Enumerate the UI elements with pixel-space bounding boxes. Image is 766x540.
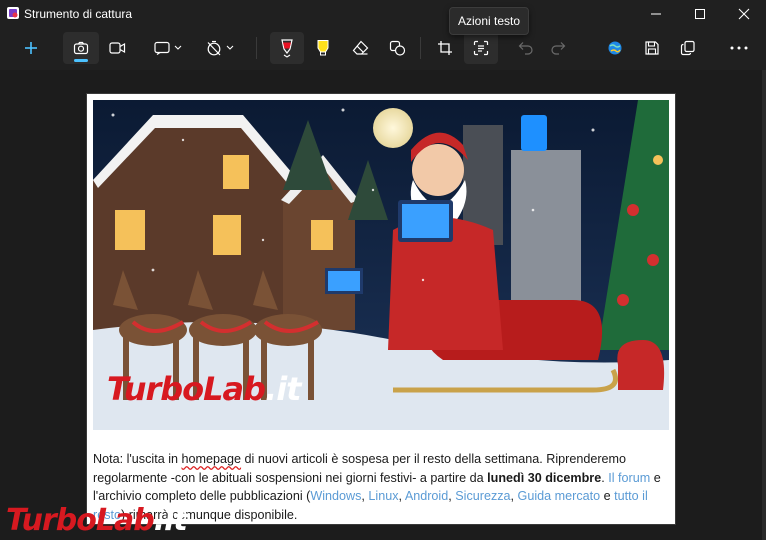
- timer-off-icon: [207, 40, 221, 56]
- crop-button[interactable]: [428, 32, 462, 64]
- redo-icon: [551, 42, 566, 55]
- plus-icon: [25, 42, 37, 54]
- video-mode-button[interactable]: [100, 32, 134, 64]
- save-icon: [645, 41, 659, 55]
- toolbar-separator: [256, 37, 257, 59]
- maximize-button[interactable]: [678, 0, 722, 28]
- linux-link: Linux: [368, 489, 399, 503]
- toolbar-separator: [420, 37, 421, 59]
- vertical-scrollbar[interactable]: [762, 70, 766, 540]
- chevron-down-icon: [226, 45, 234, 50]
- shapes-button[interactable]: [380, 32, 414, 64]
- text-actions-button[interactable]: [464, 32, 498, 64]
- maximize-icon: [695, 9, 705, 19]
- chevron-down-icon: [174, 45, 182, 50]
- highlighter-button[interactable]: [306, 32, 340, 64]
- text-actions-icon: [473, 40, 489, 56]
- undo-button[interactable]: [509, 32, 543, 64]
- paint-globe-icon: [608, 41, 622, 55]
- close-button[interactable]: [722, 0, 766, 28]
- undo-icon: [518, 42, 533, 55]
- camera-icon: [73, 41, 89, 55]
- selected-mode-indicator: [74, 59, 88, 62]
- image-watermark-logo: TurboLab.it: [107, 370, 301, 408]
- title-bar: Strumento di cattura: [0, 0, 766, 28]
- eraser-button[interactable]: [343, 32, 377, 64]
- rectangle-select-icon: [154, 41, 170, 55]
- forum-link: Il forum: [608, 470, 651, 485]
- ballpoint-pen-button[interactable]: [270, 32, 304, 64]
- captured-screenshot: TurboLab.it Nota: l'uscita in homepage d…: [87, 94, 675, 524]
- more-icon: [730, 46, 748, 50]
- crop-icon: [438, 41, 452, 55]
- highlighter-icon: [317, 40, 329, 56]
- pen-icon: [281, 39, 293, 58]
- minimize-icon: [651, 13, 661, 15]
- tooltip-text-actions: Azioni testo: [449, 7, 529, 35]
- security-link: Sicurezza: [455, 489, 511, 503]
- shapes-icon: [389, 40, 406, 56]
- toolbar: [0, 28, 766, 70]
- copy-icon: [680, 40, 695, 56]
- delay-dropdown[interactable]: [200, 32, 242, 64]
- more-options-button[interactable]: [722, 32, 756, 64]
- turbolab-watermark: TurboLab.it: [6, 503, 188, 538]
- save-button[interactable]: [635, 32, 669, 64]
- android-link: Android: [404, 489, 449, 503]
- redo-button[interactable]: [541, 32, 575, 64]
- edit-in-paint-button[interactable]: [598, 32, 632, 64]
- close-icon: [738, 8, 750, 20]
- capture-shape-dropdown[interactable]: [148, 32, 190, 64]
- window-title: Strumento di cattura: [24, 7, 133, 21]
- windows-link: Windows: [310, 489, 362, 503]
- video-icon: [109, 42, 126, 54]
- minimize-button[interactable]: [634, 0, 678, 28]
- new-capture-button[interactable]: [14, 32, 48, 64]
- snipping-tool-icon: [7, 7, 19, 19]
- copy-button[interactable]: [671, 32, 705, 64]
- eraser-icon: [352, 40, 369, 55]
- market-guide-link: Guida mercato: [517, 489, 601, 503]
